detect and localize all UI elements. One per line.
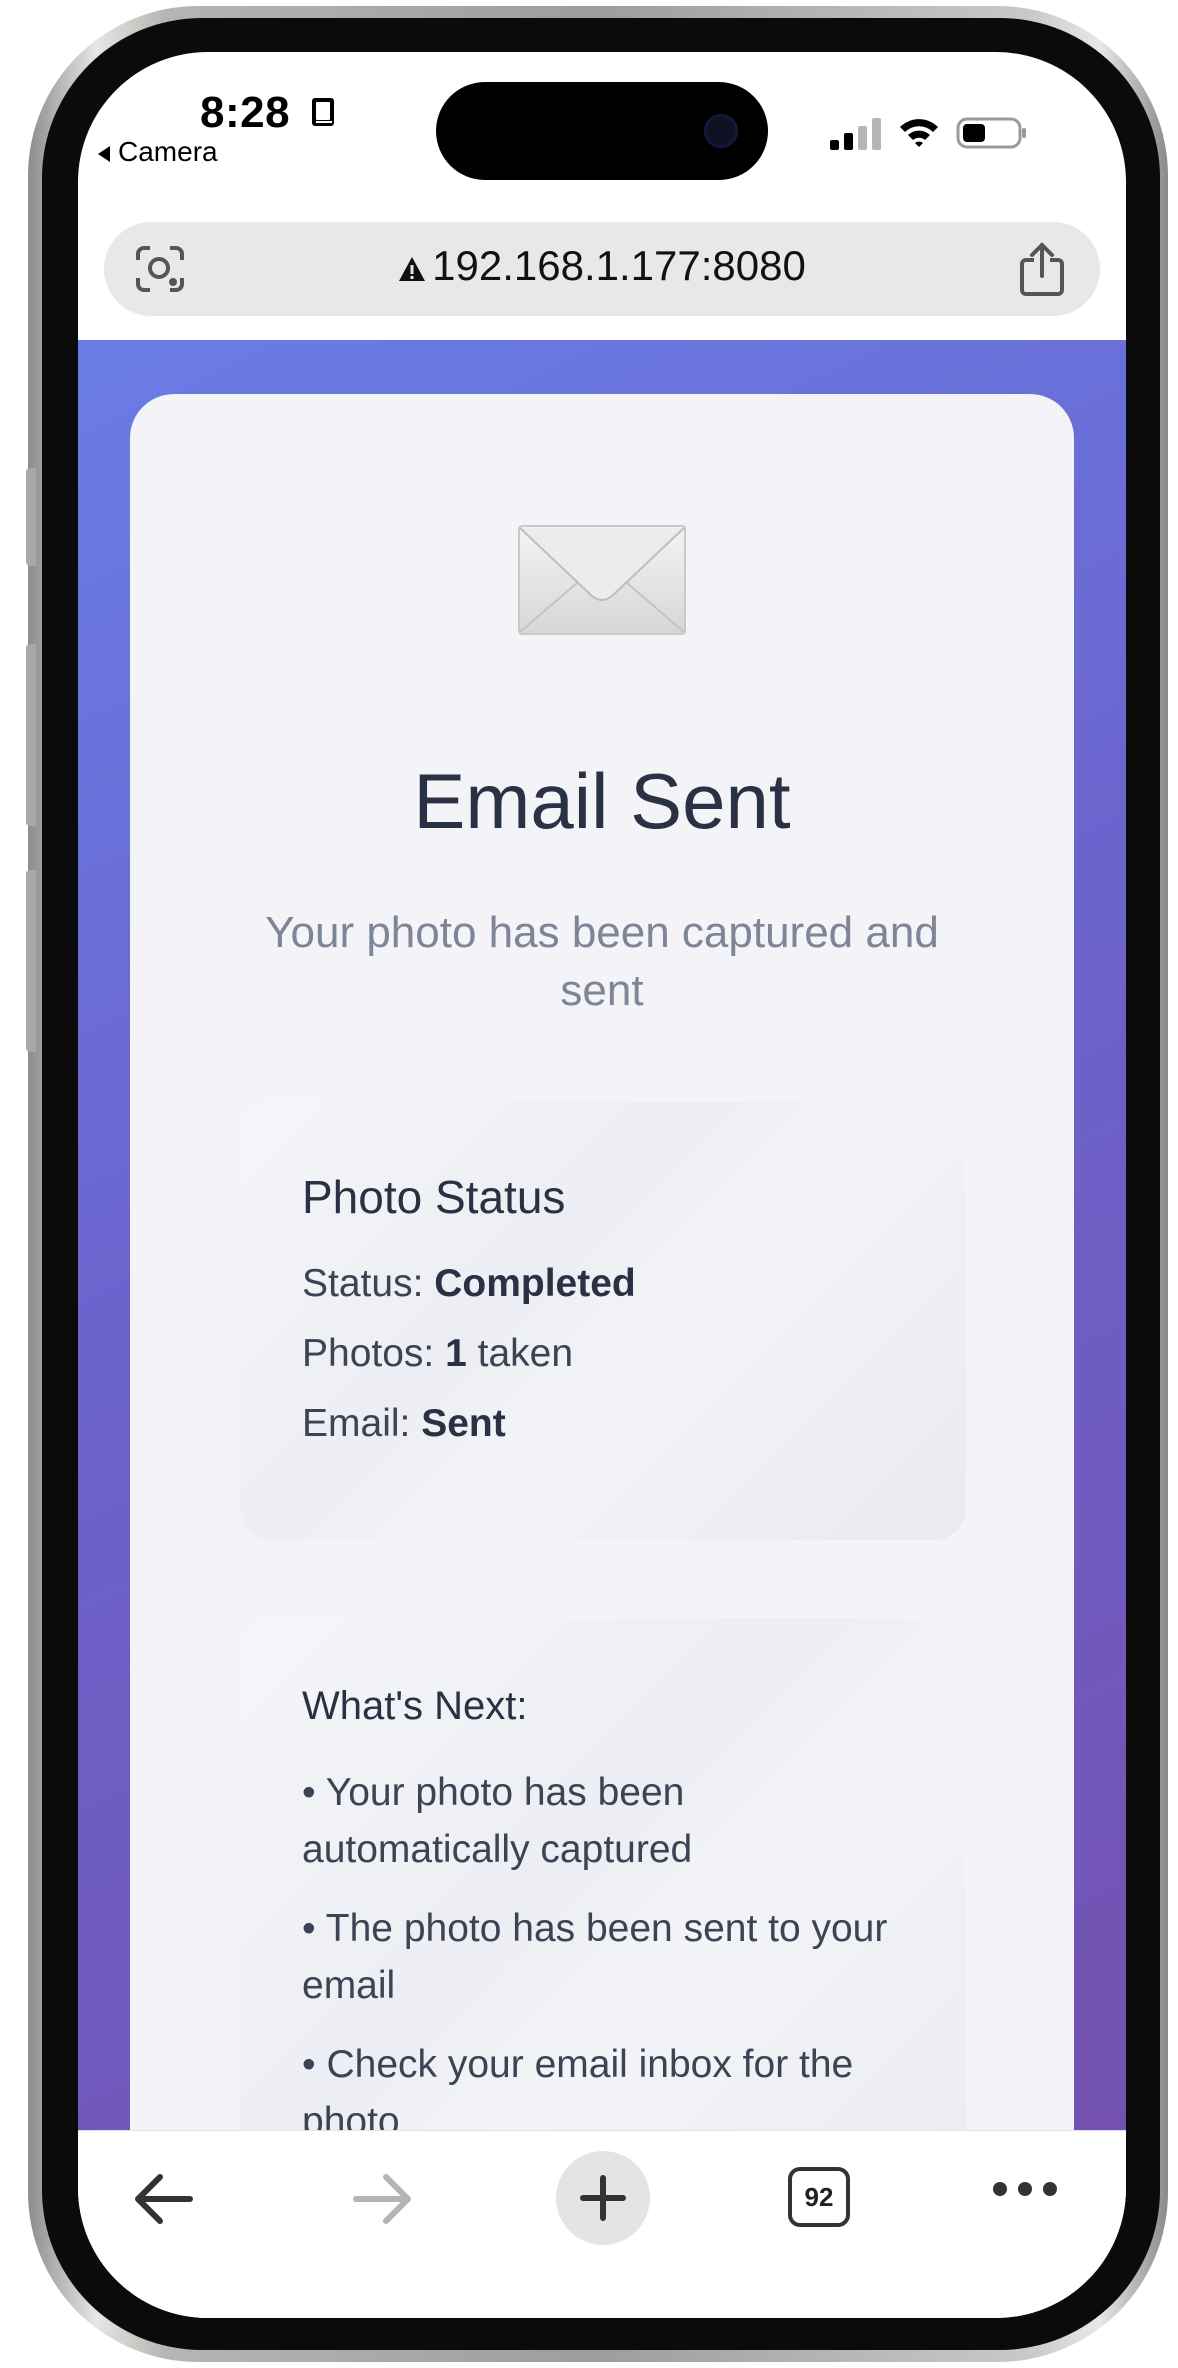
list-item: • Your photo has been automatically capt… [302, 1771, 693, 1871]
more-icon[interactable] [992, 2177, 1058, 2201]
email-label: Email: [302, 1402, 422, 1445]
photos-count: 1 [445, 1332, 467, 1375]
whats-next-title: What's Next: [302, 1684, 528, 1728]
browser-toolbar: 92 [78, 2130, 1126, 2318]
envelope-icon [518, 525, 686, 635]
address-bar[interactable]: 192.168.1.177:8080 [104, 222, 1100, 316]
back-triangle-icon [98, 145, 110, 162]
photos-label: Photos: [302, 1332, 446, 1375]
email-row: Email: Sent [302, 1402, 506, 1446]
page-title: Email Sent [413, 757, 791, 845]
page-subtitle: Your photo has been captured and sent [265, 908, 939, 1015]
list-item: • Check your email inbox for the photo [302, 2043, 854, 2130]
signal-icon [830, 118, 881, 150]
status-label: Status: [302, 1262, 435, 1305]
not-secure-warning-icon [399, 257, 426, 281]
status-value: Completed [434, 1262, 636, 1305]
action-button [26, 468, 36, 566]
photo-status-box: Photo Status Status: Completed Photos: 1… [240, 1102, 966, 1540]
front-camera [704, 114, 738, 148]
result-card: Email Sent Your photo has been captured … [130, 394, 1074, 2130]
share-icon[interactable] [1018, 242, 1066, 296]
volume-up-button [26, 644, 36, 826]
email-value: Sent [421, 1402, 506, 1445]
photo-status-title: Photo Status [302, 1171, 566, 1223]
tabs-button[interactable]: 92 [788, 2167, 850, 2227]
new-tab-plus-icon [580, 2175, 626, 2221]
battery-icon [956, 117, 1026, 149]
whats-next-box: What's Next: • Your photo has been autom… [240, 1618, 966, 2130]
book-icon [312, 98, 334, 126]
url-text: 192.168.1.177:8080 [432, 242, 806, 289]
list-item: • The photo has been sent to your email [302, 1907, 888, 2007]
back-app-label: Camera [118, 136, 218, 167]
web-page: Email Sent Your photo has been captured … [78, 340, 1126, 2130]
new-tab-button[interactable] [556, 2151, 650, 2245]
back-to-app-link[interactable]: Camera [98, 136, 218, 168]
volume-down-button [26, 870, 36, 1052]
forward-arrow-icon[interactable] [350, 2169, 416, 2229]
photos-row: Photos: 1 taken [302, 1332, 573, 1376]
status-row: Status: Completed [302, 1262, 636, 1306]
screen: 8:28 Camera 192.168.1.177:8080 Email Sen… [78, 52, 1126, 2318]
photos-suffix: taken [466, 1332, 574, 1375]
status-time: 8:28 [200, 88, 291, 137]
wifi-icon [900, 119, 938, 147]
url-display[interactable]: 192.168.1.177:8080 [104, 242, 1100, 290]
back-arrow-icon[interactable] [130, 2169, 196, 2229]
